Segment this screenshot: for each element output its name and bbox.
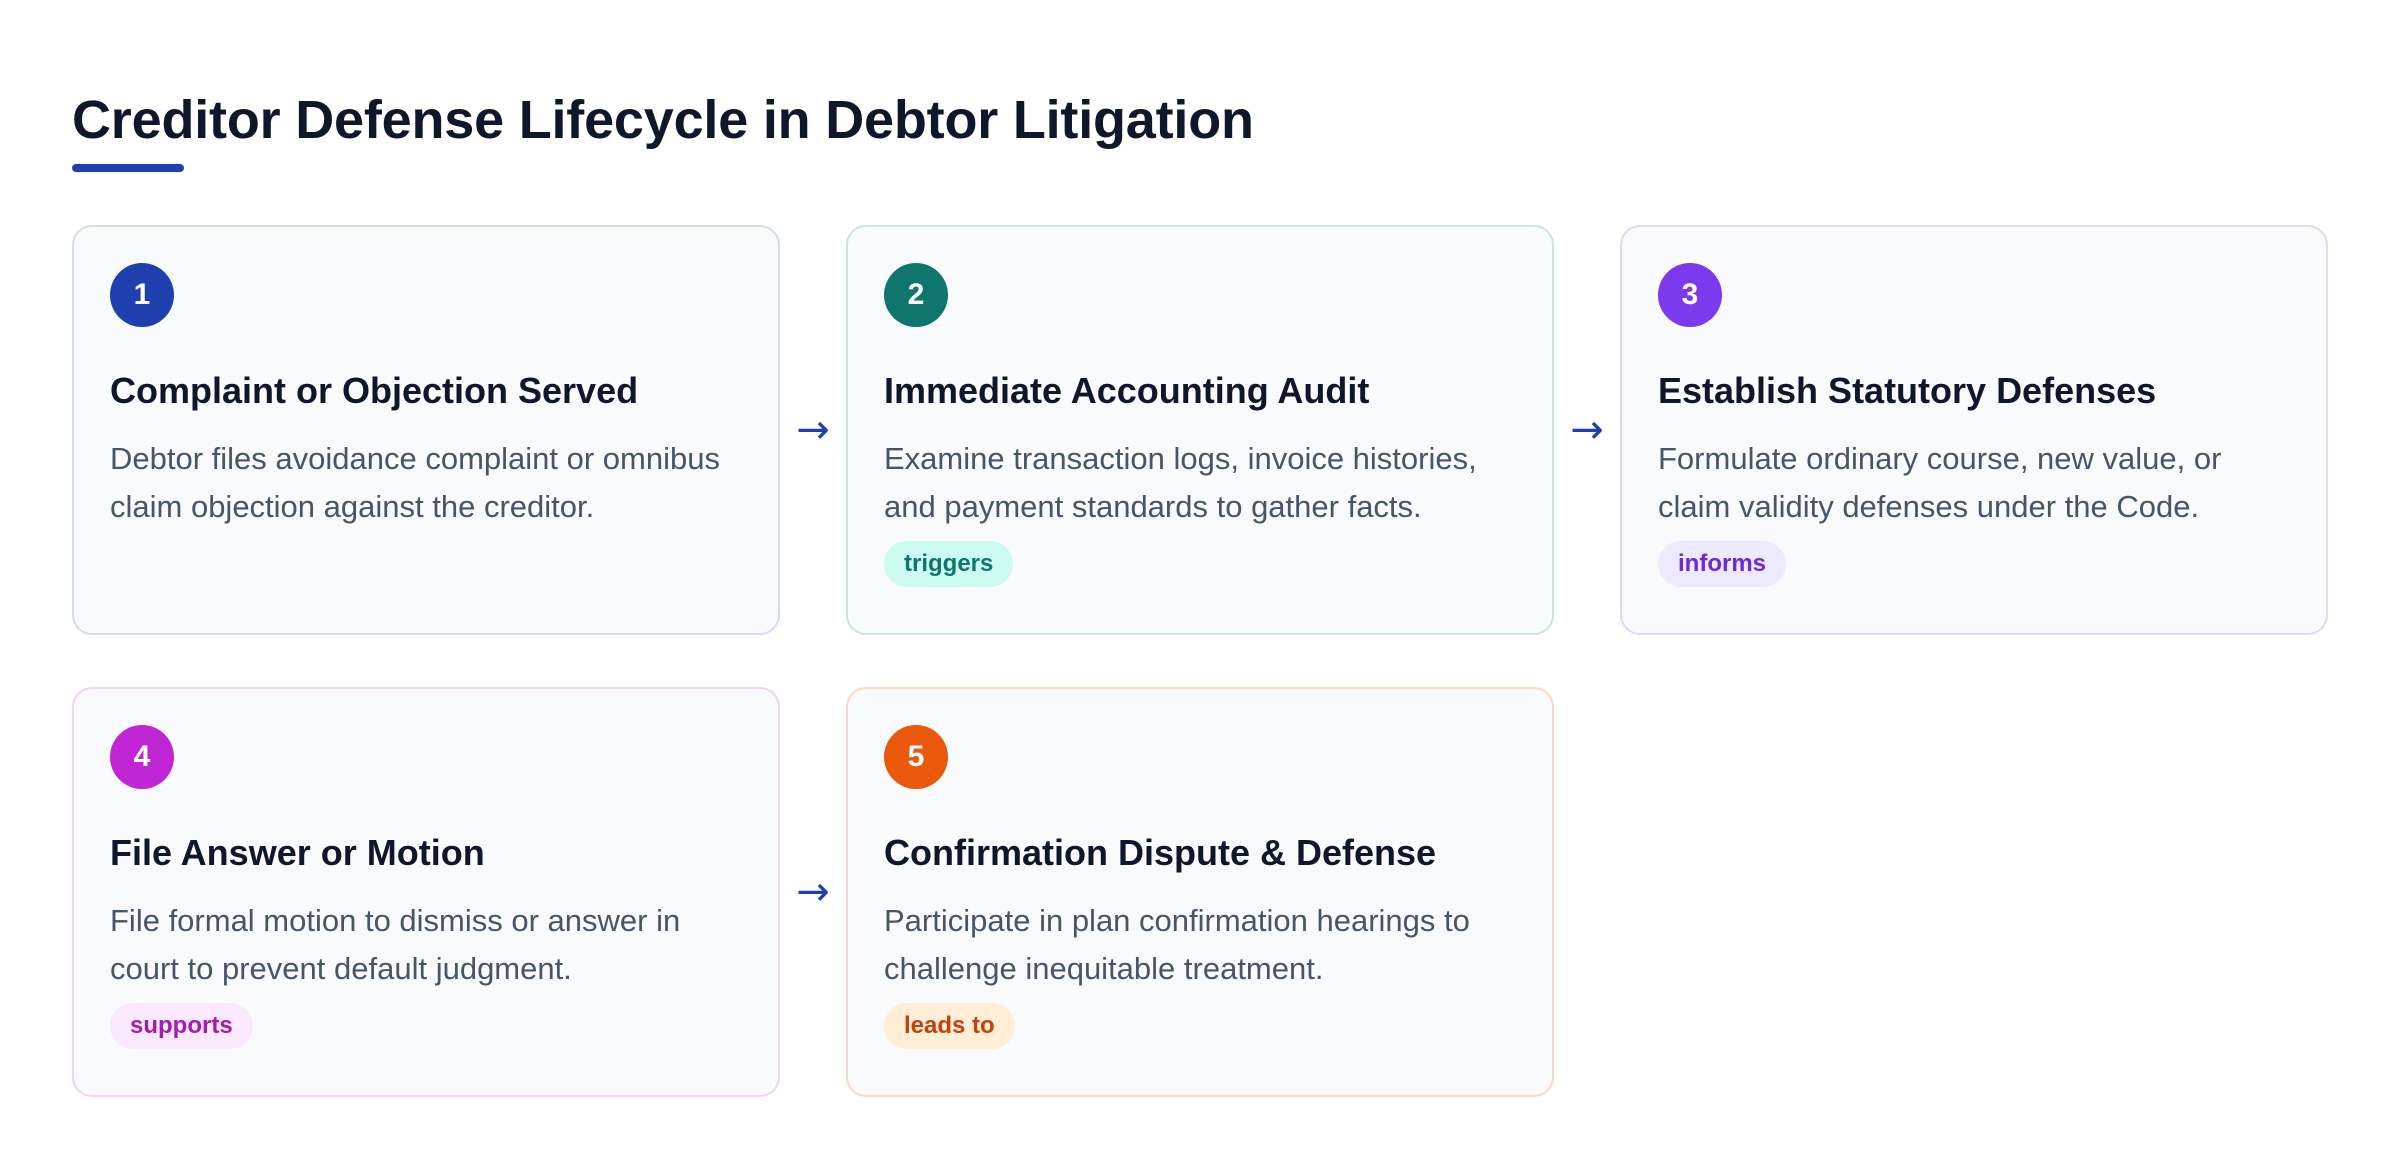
step-title: Establish Statutory Defenses: [1658, 370, 2157, 411]
step-number-badge: 2: [884, 263, 948, 327]
flow-row-2: 4 File Answer or Motion File formal moti…: [72, 687, 1554, 1097]
diagram-page: Creditor Defense Lifecycle in Debtor Lit…: [72, 88, 2328, 1097]
step-number-badge: 4: [110, 725, 174, 789]
step-title: Complaint or Objection Served: [110, 370, 639, 411]
step-title: File Answer or Motion: [110, 832, 485, 873]
step-card-3: 3 Establish Statutory Defenses Formulate…: [1620, 225, 2328, 635]
relation-tag: informs: [1658, 541, 1787, 587]
step-description: Formulate ordinary course, new value, or…: [1658, 441, 2222, 524]
step-card-5: 5 Confirmation Dispute & Defense Partici…: [846, 687, 1554, 1097]
step-description: Debtor files avoidance complaint or omni…: [110, 441, 720, 524]
arrow-right-icon: →: [796, 869, 830, 915]
step-card-4: 4 File Answer or Motion File formal moti…: [72, 687, 780, 1097]
step-card-1: 1 Complaint or Objection Served Debtor f…: [72, 225, 780, 635]
step-card-2: 2 Immediate Accounting Audit Examine tra…: [846, 225, 1554, 635]
step-title: Immediate Accounting Audit: [884, 370, 1370, 411]
arrow-right-icon: →: [1570, 407, 1604, 453]
relation-tag: supports: [110, 1003, 253, 1049]
step-description: Participate in plan confirmation hearing…: [884, 903, 1470, 986]
relation-tag: leads to: [884, 1003, 1015, 1049]
relation-tag: triggers: [884, 541, 1014, 587]
flow-row-1: 1 Complaint or Objection Served Debtor f…: [72, 225, 2328, 635]
step-number-badge: 5: [884, 725, 948, 789]
step-description: Examine transaction logs, invoice histor…: [884, 441, 1477, 524]
title-underline: [72, 164, 184, 172]
step-number-badge: 1: [110, 263, 174, 327]
step-description: File formal motion to dismiss or answer …: [110, 903, 681, 986]
arrow-right-icon: →: [796, 407, 830, 453]
page-title: Creditor Defense Lifecycle in Debtor Lit…: [72, 90, 1254, 150]
step-number-badge: 3: [1658, 263, 1722, 327]
step-title: Confirmation Dispute & Defense: [884, 832, 1437, 873]
